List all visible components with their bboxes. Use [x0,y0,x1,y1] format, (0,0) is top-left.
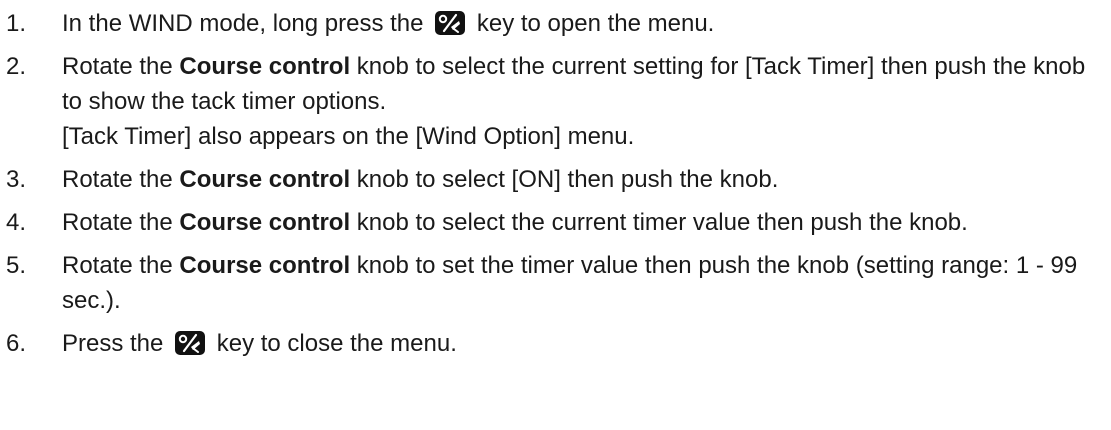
step-1: 1. In the WIND mode, long press the key … [0,6,1090,41]
step-number: 4. [6,209,27,236]
step-4: 4. Rotate the Course control knob to sel… [0,205,1090,240]
step-text-before: Rotate the [62,166,173,193]
procedure-steps: 1. In the WIND mode, long press the key … [0,6,1111,361]
control-name: Course control [179,53,351,80]
menu-key-icon [434,10,466,36]
step-number: 1. [6,10,27,37]
step-number: 2. [6,53,27,80]
step-text-after: knob to select the current timer value t… [356,209,968,236]
step-text-after: knob to select [ON] then push the knob. [356,166,779,193]
step-text-after: key to close the menu. [216,330,457,357]
step-text-before: Rotate the [62,209,173,236]
control-name: Course control [179,252,351,279]
menu-key-icon [174,330,206,356]
step-3: 3. Rotate the Course control knob to sel… [0,162,1090,197]
step-text-before: Rotate the [62,53,173,80]
step-text-after: key to open the menu. [476,10,715,37]
step-6: 6. Press the key to close the menu. [0,326,1090,361]
control-name: Course control [179,166,351,193]
step-2: 2. Rotate the Course control knob to sel… [0,49,1090,154]
step-number: 5. [6,252,27,279]
step-number: 6. [6,330,27,357]
step-text-before: Press the [62,330,164,357]
step-note: [Tack Timer] also appears on the [Wind O… [62,123,635,150]
step-number: 3. [6,166,27,193]
step-text-before: Rotate the [62,252,173,279]
instruction-page: 1. In the WIND mode, long press the key … [0,0,1111,430]
step-5: 5. Rotate the Course control knob to set… [0,248,1090,318]
step-text-before: In the WIND mode, long press the [62,10,424,37]
control-name: Course control [179,209,351,236]
